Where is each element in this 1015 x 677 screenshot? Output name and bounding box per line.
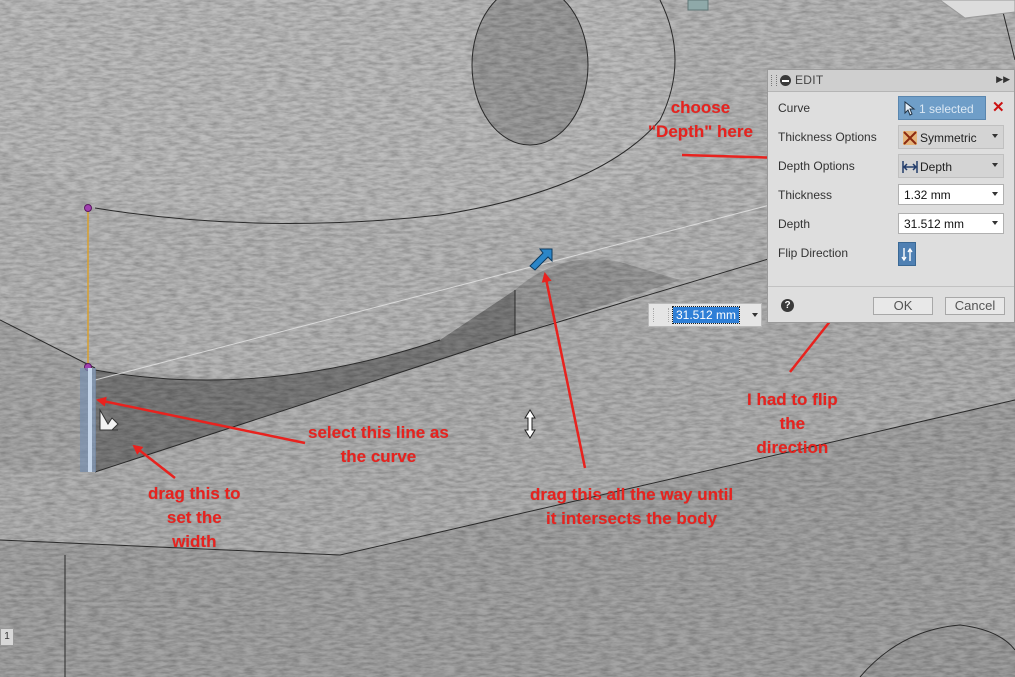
depth-options-dropdown[interactable]: Depth (898, 154, 1004, 178)
chevron-down-icon[interactable] (992, 192, 998, 196)
toolbar-icon-fragment (687, 0, 709, 11)
curve-selection-button[interactable]: 1 selected (898, 96, 986, 120)
viewport-corner-number: 1 (0, 628, 14, 646)
double-chevron-right-icon[interactable]: ▶▶ (996, 74, 1010, 85)
thickness-options-value: Symmetric (920, 131, 977, 145)
annotation-select-line: select this line as the curve (308, 423, 449, 466)
grip-icon (653, 308, 669, 322)
edit-panel: EDIT ▶▶ Curve 1 selected ✕ Thickness Opt… (767, 69, 1015, 323)
help-icon[interactable]: ? (781, 299, 794, 312)
symmetric-icon (903, 131, 917, 145)
panel-footer: ? OK Cancel (768, 286, 1014, 323)
row-thickness-options: Thickness Options Symmetric (778, 125, 1006, 149)
drag-grip-icon[interactable] (771, 75, 777, 86)
flip-direction-label: Flip Direction (778, 246, 849, 260)
chevron-down-icon[interactable] (992, 221, 998, 225)
thickness-options-dropdown[interactable]: Symmetric (898, 125, 1004, 149)
thickness-options-label: Thickness Options (778, 130, 877, 144)
depth-input[interactable]: 31.512 mm (898, 213, 1004, 234)
annotation-drag-depth: drag this all the way until it intersect… (530, 485, 734, 528)
annotation-choose-depth: choose "Depth" here (648, 98, 753, 141)
selected-curve (88, 368, 92, 472)
chevron-down-icon[interactable] (752, 313, 758, 317)
thickness-label: Thickness (778, 188, 833, 202)
curve-value: 1 selected (919, 102, 974, 116)
row-depth-options: Depth Options Depth (778, 154, 1006, 178)
annotation-drag-width: drag this to set the width (148, 484, 241, 551)
chevron-down-icon (992, 134, 998, 138)
minus-circle-icon[interactable] (780, 75, 791, 86)
depth-value: 31.512 mm (904, 217, 965, 231)
thickness-input[interactable]: 1.32 mm (898, 184, 1004, 205)
depth-label: Depth (778, 217, 811, 231)
cursor-arrow-icon (904, 101, 916, 116)
depth-options-label: Depth Options (778, 159, 855, 173)
panel-title: EDIT (795, 73, 824, 87)
row-curve: Curve 1 selected ✕ (778, 96, 1006, 120)
sketch-point-top (84, 204, 92, 212)
row-thickness: Thickness 1.32 mm (778, 183, 1006, 207)
chevron-down-icon (992, 163, 998, 167)
annotation-flip: I had to flip the direction (747, 390, 838, 457)
cancel-button[interactable]: Cancel (945, 297, 1005, 315)
depth-dimension-input[interactable]: 31.512 mm (648, 303, 762, 327)
thickness-value: 1.32 mm (904, 188, 951, 202)
panel-header[interactable]: EDIT ▶▶ (768, 70, 1014, 92)
row-depth: Depth 31.512 mm (778, 212, 1006, 236)
flip-direction-icon (901, 247, 913, 262)
row-flip-direction: Flip Direction (778, 241, 1006, 266)
ok-button[interactable]: OK (873, 297, 933, 315)
depth-icon (902, 161, 918, 173)
curve-label: Curve (778, 101, 811, 115)
flip-direction-button[interactable] (898, 242, 916, 266)
close-icon[interactable]: ✕ (992, 98, 1005, 116)
dimension-value[interactable]: 31.512 mm (671, 306, 741, 324)
depth-options-value: Depth (920, 160, 953, 174)
